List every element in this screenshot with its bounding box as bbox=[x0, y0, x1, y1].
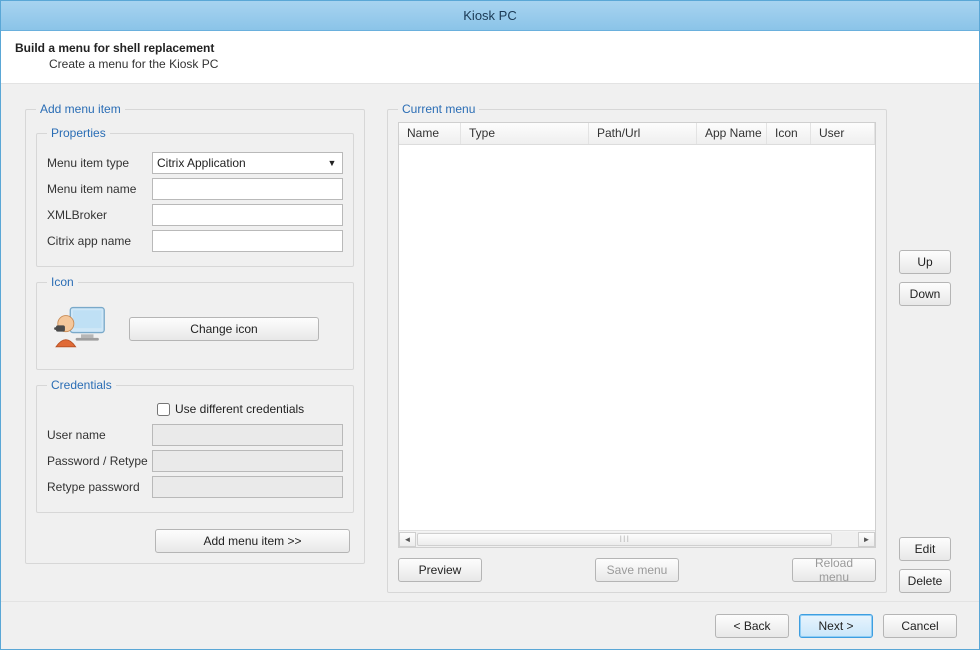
col-icon[interactable]: Icon bbox=[767, 123, 811, 144]
left-column: Add menu item Properties Menu item type … bbox=[25, 102, 365, 593]
change-icon-button[interactable]: Change icon bbox=[129, 317, 319, 341]
user-monitor-icon bbox=[52, 304, 110, 354]
back-button[interactable]: < Back bbox=[715, 614, 789, 638]
header: Build a menu for shell replacement Creat… bbox=[1, 31, 979, 84]
label-xml-broker: XMLBroker bbox=[47, 208, 152, 222]
titlebar: Kiosk PC bbox=[1, 1, 979, 31]
up-button[interactable]: Up bbox=[899, 250, 951, 274]
delete-button[interactable]: Delete bbox=[899, 569, 951, 593]
label-menu-item-name: Menu item name bbox=[47, 182, 152, 196]
group-properties-legend: Properties bbox=[47, 126, 110, 140]
icon-preview bbox=[47, 301, 115, 357]
group-icon-legend: Icon bbox=[47, 275, 78, 289]
label-menu-item-type: Menu item type bbox=[47, 156, 152, 170]
row-citrix-app-name: Citrix app name bbox=[47, 230, 343, 252]
input-password bbox=[152, 450, 343, 472]
body: Add menu item Properties Menu item type … bbox=[1, 84, 979, 601]
col-name[interactable]: Name bbox=[399, 123, 461, 144]
row-menu-item-type: Menu item type Citrix Application ▼ bbox=[47, 152, 343, 174]
select-menu-item-type[interactable]: Citrix Application ▼ bbox=[152, 152, 343, 174]
window-title: Kiosk PC bbox=[463, 8, 516, 23]
right-column: Current menu Name Type Path/Url App Name… bbox=[387, 102, 955, 593]
group-properties: Properties Menu item type Citrix Applica… bbox=[36, 126, 354, 267]
menu-grid-header: Name Type Path/Url App Name Icon User bbox=[399, 123, 875, 145]
label-username: User name bbox=[47, 428, 152, 442]
col-type[interactable]: Type bbox=[461, 123, 589, 144]
input-xml-broker[interactable] bbox=[152, 204, 343, 226]
current-menu-actions: Preview Save menu Reload menu bbox=[398, 558, 876, 582]
chevron-down-icon: ▼ bbox=[324, 158, 340, 168]
label-citrix-app-name: Citrix app name bbox=[47, 234, 152, 248]
col-path[interactable]: Path/Url bbox=[589, 123, 697, 144]
save-menu-button[interactable]: Save menu bbox=[595, 558, 679, 582]
row-password: Password / Retype bbox=[47, 450, 343, 472]
checkbox-use-diff-credentials[interactable] bbox=[157, 403, 170, 416]
window-root: Kiosk PC Build a menu for shell replacem… bbox=[0, 0, 980, 650]
side-buttons: Up Down Edit Delete bbox=[899, 102, 955, 593]
scroll-left-icon[interactable]: ◄ bbox=[399, 532, 416, 547]
cancel-button[interactable]: Cancel bbox=[883, 614, 957, 638]
edit-button[interactable]: Edit bbox=[899, 537, 951, 561]
row-xml-broker: XMLBroker bbox=[47, 204, 343, 226]
group-icon: Icon bbox=[36, 275, 354, 370]
reload-menu-button[interactable]: Reload menu bbox=[792, 558, 876, 582]
col-user[interactable]: User bbox=[811, 123, 875, 144]
menu-grid: Name Type Path/Url App Name Icon User ◄ … bbox=[398, 122, 876, 548]
label-retype: Retype password bbox=[47, 480, 152, 494]
icon-row: Change icon bbox=[47, 297, 343, 359]
menu-grid-body[interactable] bbox=[399, 145, 875, 530]
input-citrix-app-name[interactable] bbox=[152, 230, 343, 252]
scroll-track[interactable]: III bbox=[416, 532, 858, 547]
group-current-menu-legend: Current menu bbox=[398, 102, 479, 116]
down-button[interactable]: Down bbox=[899, 282, 951, 306]
add-button-row: Add menu item >> bbox=[36, 521, 354, 553]
horizontal-scrollbar[interactable]: ◄ III ► bbox=[399, 530, 875, 547]
page-subtitle: Create a menu for the Kiosk PC bbox=[49, 57, 965, 71]
preview-button[interactable]: Preview bbox=[398, 558, 482, 582]
input-retype bbox=[152, 476, 343, 498]
row-username: User name bbox=[47, 424, 343, 446]
label-use-diff-credentials: Use different credentials bbox=[175, 402, 304, 416]
next-button[interactable]: Next > bbox=[799, 614, 873, 638]
group-add-menu-item-legend: Add menu item bbox=[36, 102, 125, 116]
scroll-right-icon[interactable]: ► bbox=[858, 532, 875, 547]
select-menu-item-type-value: Citrix Application bbox=[157, 156, 246, 170]
input-username bbox=[152, 424, 343, 446]
group-current-menu: Current menu Name Type Path/Url App Name… bbox=[387, 102, 887, 593]
label-password: Password / Retype bbox=[47, 454, 152, 468]
row-use-diff-credentials: Use different credentials bbox=[47, 402, 343, 416]
col-appname[interactable]: App Name bbox=[697, 123, 767, 144]
group-credentials: Credentials Use different credentials Us… bbox=[36, 378, 354, 513]
page-title: Build a menu for shell replacement bbox=[15, 41, 965, 55]
add-menu-item-button[interactable]: Add menu item >> bbox=[155, 529, 350, 553]
wizard-footer: < Back Next > Cancel bbox=[1, 601, 979, 649]
group-add-menu-item: Add menu item Properties Menu item type … bbox=[25, 102, 365, 564]
row-retype: Retype password bbox=[47, 476, 343, 498]
input-menu-item-name[interactable] bbox=[152, 178, 343, 200]
scroll-thumb[interactable]: III bbox=[417, 533, 832, 546]
row-menu-item-name: Menu item name bbox=[47, 178, 343, 200]
group-credentials-legend: Credentials bbox=[47, 378, 116, 392]
